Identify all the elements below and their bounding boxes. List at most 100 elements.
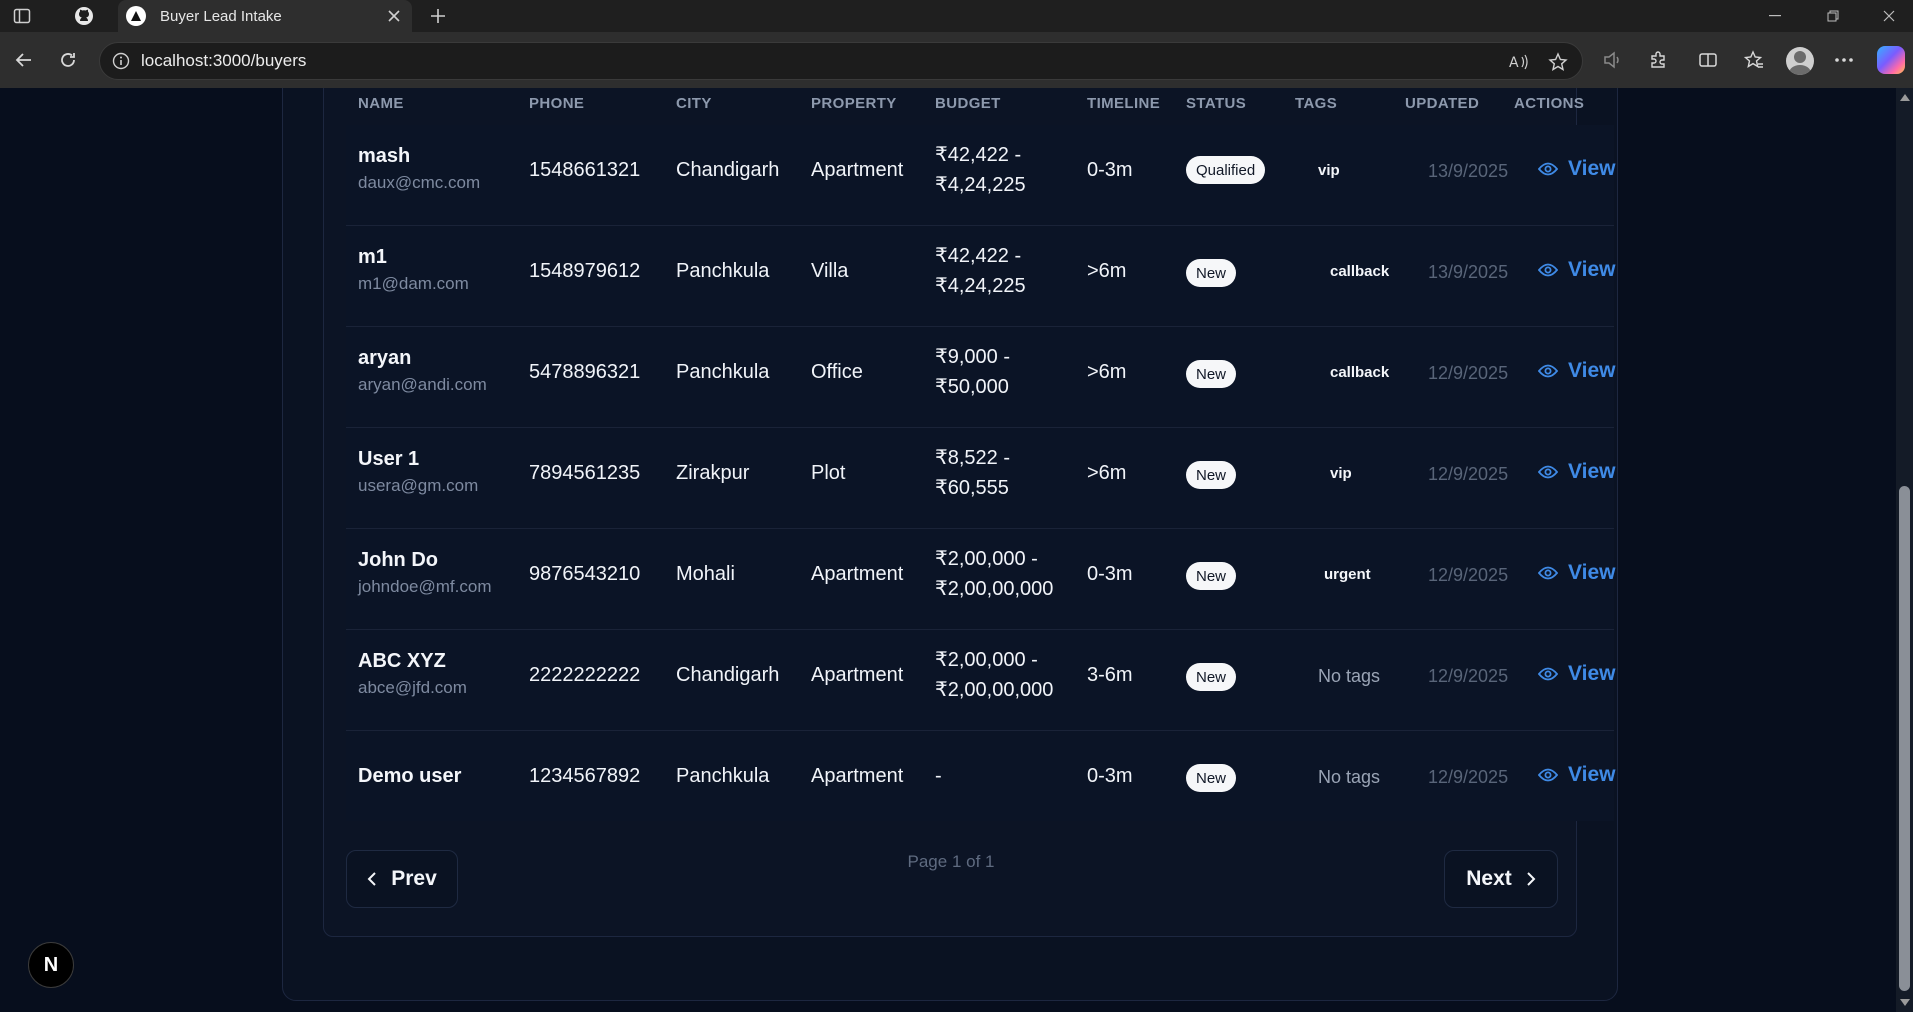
eye-icon — [1538, 364, 1558, 378]
address-bar[interactable]: localhost:3000/buyers A — [99, 42, 1583, 80]
buyer-name: mash — [358, 145, 411, 167]
browser-tab-strip: Buyer Lead Intake — [0, 0, 1913, 32]
buyer-city: Chandigarh — [676, 664, 780, 686]
table-row: aryan aryan@andi.com 5478896321 Panchkul… — [346, 327, 1615, 428]
no-tags-label: No tags — [1318, 767, 1381, 787]
extensions-icon[interactable] — [1642, 44, 1674, 76]
scroll-down-icon[interactable] — [1900, 999, 1910, 1006]
copilot-icon[interactable] — [1877, 46, 1905, 74]
tab-actions-icon[interactable] — [10, 4, 34, 28]
favorites-icon[interactable] — [1738, 44, 1770, 76]
buyer-budget-min: ₹2,00,000 - — [935, 548, 1038, 570]
table-row: mash daux@cmc.com 1548661321 Chandigarh … — [346, 125, 1615, 226]
eye-icon — [1538, 263, 1558, 277]
view-button[interactable]: View — [1538, 763, 1615, 787]
updated-date: 12/9/2025 — [1428, 565, 1509, 585]
buyer-city: Panchkula — [676, 361, 770, 383]
buyer-phone: 1548979612 — [529, 260, 641, 282]
buyers-card: NAME PHONE CITY PROPERTY BUDGET TIMELINE… — [282, 88, 1618, 1001]
eye-icon — [1538, 162, 1558, 176]
profile-avatar[interactable] — [1786, 47, 1814, 75]
table-row: ABC XYZ abce@jfd.com 2222222222 Chandiga… — [346, 630, 1615, 731]
buyer-email: daux@cmc.com — [358, 173, 481, 192]
window-close-icon[interactable] — [1866, 0, 1912, 32]
buyer-city: Panchkula — [676, 765, 770, 787]
view-label: View — [1568, 662, 1616, 685]
favorite-star-icon[interactable] — [1547, 51, 1569, 73]
svg-text:A: A — [1509, 55, 1519, 71]
scrollbar-thumb[interactable] — [1899, 486, 1910, 991]
header-phone: PHONE — [529, 95, 585, 112]
buyer-timeline: 0-3m — [1087, 765, 1133, 787]
table-row: John Do johndoe@mf.com 9876543210 Mohali… — [346, 529, 1615, 630]
updated-date: 12/9/2025 — [1428, 767, 1509, 787]
view-label: View — [1568, 157, 1616, 180]
eye-icon — [1538, 768, 1558, 782]
table-row: User 1 usera@gm.com 7894561235 Zirakpur … — [346, 428, 1615, 529]
nextjs-logo-icon: N — [43, 953, 59, 976]
view-button[interactable]: View — [1538, 460, 1615, 484]
buyer-budget-max: ₹50,000 — [935, 376, 1009, 398]
view-button[interactable]: View — [1538, 157, 1615, 181]
close-icon[interactable] — [380, 2, 408, 30]
buyer-budget-max: ₹2,00,00,000 — [935, 578, 1054, 600]
speaker-icon[interactable] — [1596, 44, 1628, 76]
buyer-timeline: >6m — [1087, 260, 1127, 282]
no-tags-label: No tags — [1318, 666, 1381, 686]
back-icon[interactable] — [8, 44, 40, 76]
view-button[interactable]: View — [1538, 561, 1615, 585]
tab-buyer-lead-intake[interactable]: Buyer Lead Intake — [118, 0, 412, 32]
page-viewport: NAME PHONE CITY PROPERTY BUDGET TIMELINE… — [0, 88, 1896, 1012]
header-city: CITY — [676, 95, 712, 112]
nextjs-dev-indicator[interactable]: N — [28, 942, 74, 988]
buyer-budget-max: ₹4,24,225 — [935, 174, 1026, 196]
buyer-timeline: 3-6m — [1087, 664, 1133, 686]
split-screen-icon[interactable] — [1692, 44, 1724, 76]
new-tab-icon[interactable] — [426, 4, 450, 28]
header-budget: BUDGET — [935, 95, 1001, 112]
status-badge: New — [1186, 360, 1237, 388]
header-updated: UPDATED — [1405, 95, 1480, 112]
site-info-icon[interactable] — [112, 52, 130, 70]
buyer-email: johndoe@mf.com — [358, 577, 492, 596]
read-aloud-icon[interactable]: A — [1508, 51, 1530, 73]
view-button[interactable]: View — [1538, 258, 1615, 282]
header-name: NAME — [358, 95, 404, 112]
page-scrollbar[interactable] — [1896, 88, 1913, 1012]
buyer-email: abce@jfd.com — [358, 678, 467, 697]
scroll-up-icon[interactable] — [1900, 94, 1910, 101]
refresh-icon[interactable] — [52, 44, 84, 76]
buyer-phone: 7894561235 — [529, 462, 641, 484]
header-tags: TAGS — [1295, 95, 1338, 112]
view-button[interactable]: View — [1538, 662, 1615, 686]
next-button[interactable]: Next — [1444, 850, 1558, 908]
buyer-name: aryan — [358, 347, 412, 369]
view-button[interactable]: View — [1538, 359, 1615, 383]
view-label: View — [1568, 561, 1616, 584]
buyer-timeline: >6m — [1087, 462, 1127, 484]
tag-label: callback — [1330, 364, 1390, 381]
updated-date: 12/9/2025 — [1428, 666, 1509, 686]
header-status: STATUS — [1186, 95, 1247, 112]
buyer-timeline: 0-3m — [1087, 159, 1133, 181]
restore-icon[interactable] — [1810, 0, 1856, 32]
buyer-email: usera@gm.com — [358, 476, 479, 495]
view-label: View — [1568, 460, 1616, 483]
buyer-name: ABC XYZ — [358, 650, 446, 672]
buyer-phone: 2222222222 — [529, 664, 641, 686]
buyer-property: Office — [811, 361, 863, 383]
buyer-budget-min: ₹42,422 - — [935, 144, 1022, 166]
buyer-phone: 5478896321 — [529, 361, 641, 383]
buyer-timeline: 0-3m — [1087, 563, 1133, 585]
buyer-city: Zirakpur — [676, 462, 750, 484]
buyer-property: Apartment — [811, 765, 904, 787]
github-tab-icon[interactable] — [72, 4, 96, 28]
buyer-name: John Do — [358, 549, 438, 571]
more-options-icon[interactable] — [1828, 44, 1860, 76]
buyer-name: User 1 — [358, 448, 420, 470]
table-row: Demo user 1234567892 Panchkula Apartment… — [346, 731, 1615, 821]
minimize-icon[interactable] — [1752, 0, 1798, 32]
chevron-left-icon — [367, 872, 376, 886]
browser-toolbar: localhost:3000/buyers A — [0, 32, 1913, 88]
buyer-budget-min: ₹2,00,000 - — [935, 649, 1038, 671]
